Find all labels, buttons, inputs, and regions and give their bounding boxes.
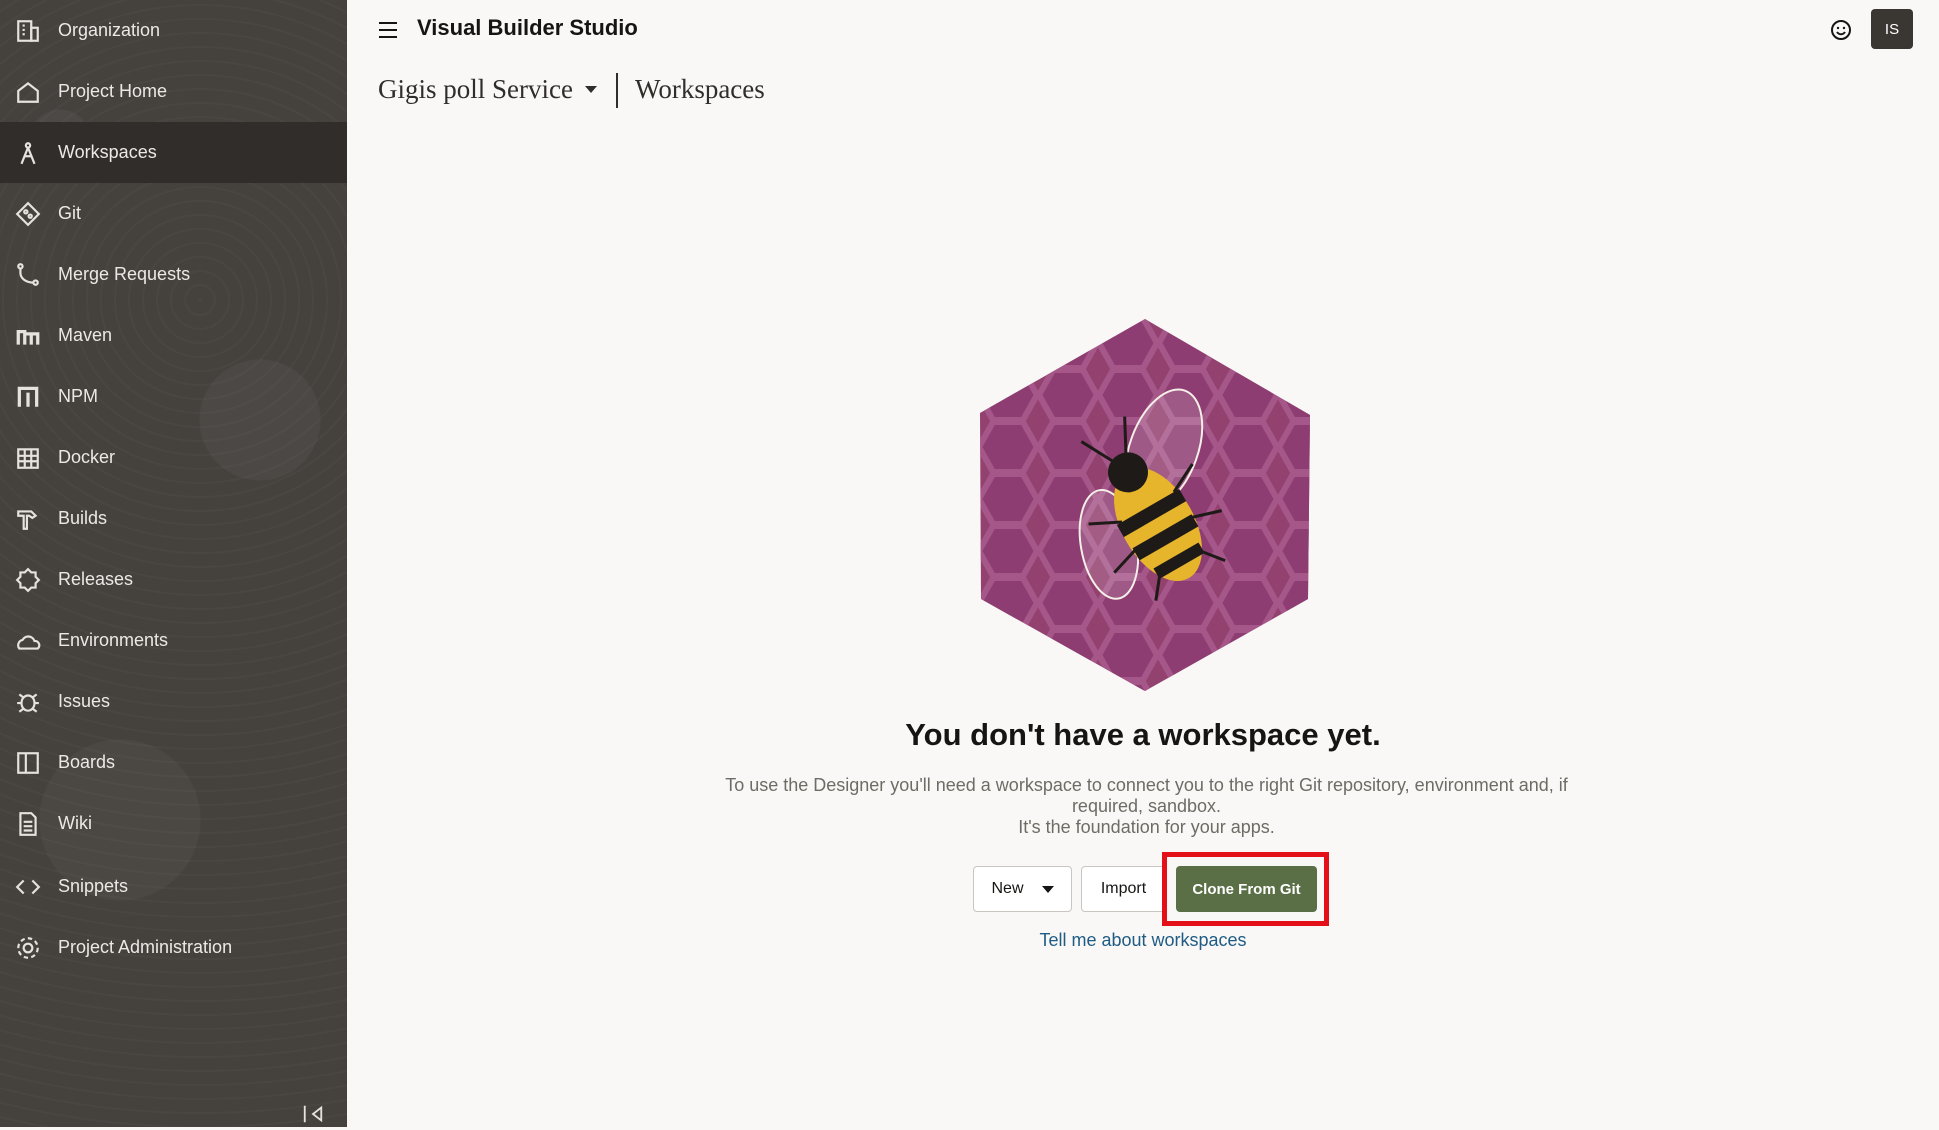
hamburger-menu-icon[interactable] xyxy=(377,19,401,41)
collapse-sidebar-icon[interactable] xyxy=(302,1103,326,1125)
project-name: Gigis poll Service xyxy=(378,74,573,104)
sidebar-item-label: Workspaces xyxy=(58,142,157,162)
breadcrumb-divider xyxy=(616,73,618,108)
import-button-label: Import xyxy=(1100,880,1147,897)
feedback-smiley-icon[interactable] xyxy=(1828,17,1854,43)
badge-icon xyxy=(14,566,42,594)
sidebar-item-label: NPM xyxy=(58,386,98,406)
sidebar-item-environments[interactable]: Environments xyxy=(0,610,347,671)
empty-state-title: You don't have a workspace yet. xyxy=(905,717,1381,752)
sidebar-item-docker[interactable]: Docker xyxy=(0,427,347,488)
bee-illustration xyxy=(978,317,1312,693)
sidebar-item-label: Wiki xyxy=(58,813,92,833)
sidebar-item-releases[interactable]: Releases xyxy=(0,549,347,610)
merge-icon xyxy=(14,261,42,289)
sidebar-item-label: Snippets xyxy=(58,876,129,896)
learn-about-workspaces-link[interactable]: Tell me about workspaces xyxy=(0,930,1939,951)
code-icon xyxy=(14,873,42,901)
user-avatar[interactable]: IS xyxy=(1871,9,1913,49)
sidebar-item-git[interactable]: Git xyxy=(0,183,347,244)
sidebar-item-label: Environments xyxy=(58,630,169,650)
sidebar-item-maven[interactable]: Maven xyxy=(0,305,347,366)
new-workspace-button[interactable]: New xyxy=(973,866,1072,912)
app-title: Visual Builder Studio xyxy=(417,15,638,40)
page-title: Workspaces xyxy=(635,74,765,104)
bug-icon xyxy=(14,688,42,716)
sidebar-item-wiki[interactable]: Wiki xyxy=(0,793,347,854)
building-icon xyxy=(14,17,42,45)
sidebar-item-label: Builds xyxy=(58,508,108,528)
import-button[interactable]: Import xyxy=(1081,866,1166,912)
document-icon xyxy=(14,810,42,838)
sidebar-item-label: Organization xyxy=(58,20,161,40)
git-icon xyxy=(14,200,42,228)
sidebar-item-npm[interactable]: NPM xyxy=(0,366,347,427)
sidebar-item-organization[interactable]: Organization xyxy=(0,0,347,61)
project-selector[interactable]: Gigis poll Service xyxy=(378,74,597,105)
sidebar-item-label: Boards xyxy=(58,752,116,772)
home-icon xyxy=(14,78,42,106)
sidebar-item-merge-requests[interactable]: Merge Requests xyxy=(0,244,347,305)
sidebar-item-label: Merge Requests xyxy=(58,264,191,284)
sidebar-item-workspaces[interactable]: Workspaces xyxy=(0,122,347,183)
sidebar-item-label: Docker xyxy=(58,447,116,467)
description-line-1: To use the Designer you'll need a worksp… xyxy=(725,775,1568,816)
npm-icon xyxy=(14,383,42,411)
sidebar-item-builds[interactable]: Builds xyxy=(0,488,347,549)
sidebar: Organization Project Home Workspaces Git… xyxy=(0,0,347,1127)
clone-from-git-button[interactable]: Clone From Git xyxy=(1176,866,1317,912)
description-line-2: It's the foundation for your apps. xyxy=(1018,817,1275,837)
docker-icon xyxy=(14,444,42,472)
sidebar-item-label: Maven xyxy=(58,325,113,345)
sidebar-item-label: Issues xyxy=(58,691,111,711)
chevron-down-icon xyxy=(584,86,597,93)
maven-icon xyxy=(14,322,42,350)
sidebar-item-label: Project Home xyxy=(58,81,168,101)
cloud-icon xyxy=(14,627,42,655)
sidebar-item-label: Git xyxy=(58,203,82,223)
sidebar-item-project-home[interactable]: Project Home xyxy=(0,61,347,122)
new-button-label: New xyxy=(991,880,1024,897)
sidebar-item-snippets[interactable]: Snippets xyxy=(0,856,347,917)
compass-icon xyxy=(14,139,42,167)
hammer-icon xyxy=(14,505,42,533)
sidebar-item-label: Releases xyxy=(58,569,134,589)
chevron-down-icon xyxy=(1041,885,1054,893)
empty-state-description: To use the Designer you'll need a worksp… xyxy=(688,775,1605,838)
